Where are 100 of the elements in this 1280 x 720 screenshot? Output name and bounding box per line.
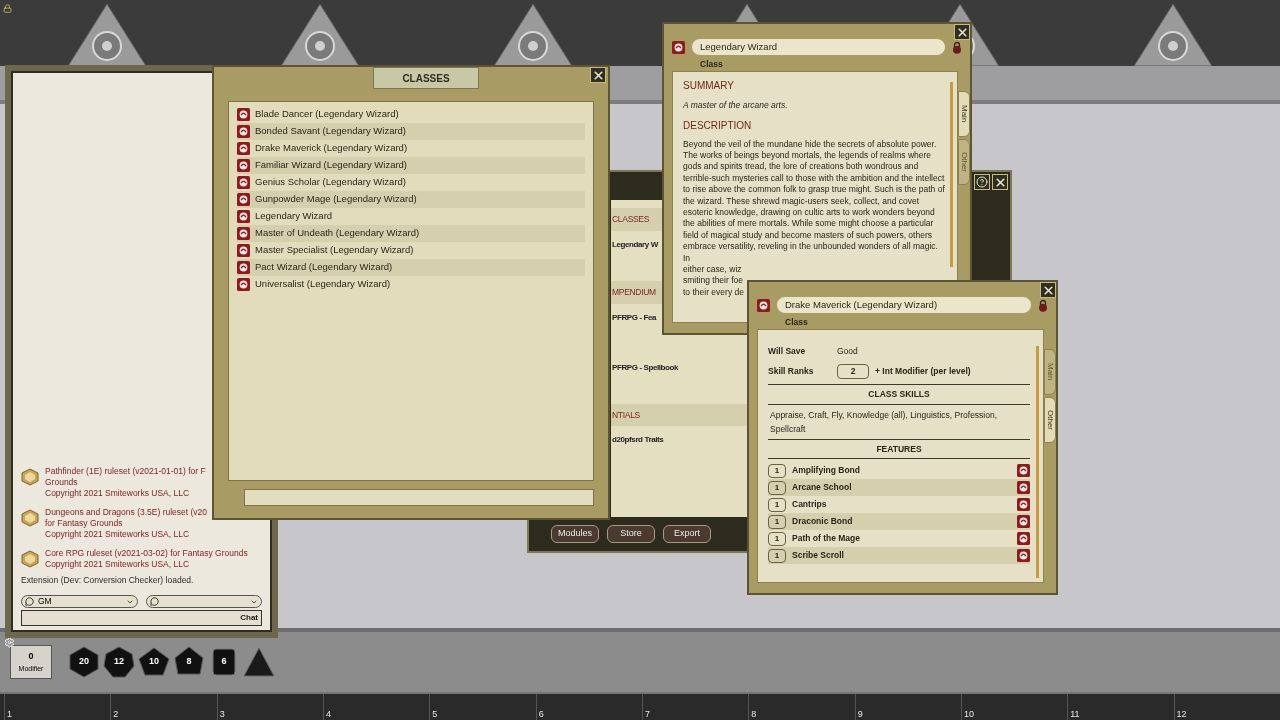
hotkey-slot-number[interactable]: 11 [1070,709,1080,719]
copyright-text: Copyright 2021 Smiteworks USA, LLC [45,559,190,571]
class-icon[interactable] [1017,498,1030,512]
class-name: Master Specialist (Legendary Wizard) [255,243,414,258]
die-icon[interactable]: 20 [68,646,100,678]
class-icon[interactable] [237,176,250,189]
hotkey-slot-number[interactable]: 5 [432,709,438,719]
class-list-row[interactable]: Pact Wizard (Legendary Wizard) [237,259,585,276]
class-icon[interactable] [237,278,250,291]
library-button[interactable]: Modules [551,525,599,543]
class-list-row[interactable]: Bonded Savant (Legendary Wizard) [237,123,585,140]
scrollbar[interactable] [1036,345,1039,578]
class-icon[interactable] [1017,515,1030,529]
library-item[interactable]: d20pfsrd Traits [612,434,664,447]
hotkey-slot-number[interactable]: 7 [644,709,650,719]
name-field[interactable]: Legendary Wizard [691,38,946,56]
level-field[interactable]: 1 [768,463,786,478]
class-icon[interactable] [757,298,770,312]
class-icon[interactable] [237,108,250,121]
name-field[interactable]: Drake Maverick (Legendary Wizard) [776,296,1032,314]
close-button[interactable] [992,174,1008,190]
feature-row[interactable]: 1 Draconic Bond [768,513,1030,531]
feature-row[interactable]: 1 Path of the Mage [768,530,1030,548]
class-icon[interactable] [1017,464,1030,478]
feature-row[interactable]: 1 Cantrips [768,496,1030,514]
side-tab[interactable]: Main [1044,348,1056,395]
filter-field[interactable] [244,489,594,506]
class-icon[interactable] [237,261,250,274]
feature-row[interactable]: 1 Scribe Scroll [768,547,1030,565]
hotkey-slot-number[interactable]: 3 [219,709,225,719]
lock-icon[interactable] [3,4,12,13]
side-tab[interactable]: Other [958,138,970,185]
chat-input-field[interactable]: Chat [21,610,262,626]
class-icon[interactable] [1017,549,1030,563]
library-button[interactable]: Export [663,525,711,543]
class-list-row[interactable]: Familiar Wizard (Legendary Wizard) [237,157,585,174]
level-field[interactable]: 1 [768,497,786,512]
number-field[interactable]: 2 [837,364,869,380]
feature-name: Arcane School [792,481,853,495]
die-icon[interactable]: 10 [138,646,170,678]
level-field[interactable]: 1 [768,514,786,529]
help-icon [976,176,988,188]
class-name: Familiar Wizard (Legendary Wizard) [255,158,408,173]
hotkey-slot-number[interactable]: 12 [1176,709,1187,719]
close-button[interactable] [1040,282,1056,298]
class-list-row[interactable]: Genius Scholar (Legendary Wizard) [237,174,585,191]
library-item[interactable]: PFRPG - Spellbook [612,361,679,374]
feature-name: Scribe Scroll [792,549,845,563]
hotkey-slot-number[interactable]: 6 [538,709,544,719]
die-icon[interactable]: 8 [173,646,205,678]
modifier-value: 0 [28,650,34,663]
class-list-row[interactable]: Drake Maverick (Legendary Wizard) [237,140,585,157]
lock-icon[interactable] [1038,298,1048,312]
class-list-row[interactable]: Legendary Wizard [237,208,585,225]
class-icon[interactable] [1017,481,1030,495]
feature-row[interactable]: 1 Amplifying Bond [768,462,1030,480]
class-icon[interactable] [1017,532,1030,546]
class-list-row[interactable]: Gunpowder Mage (Legendary Wizard) [237,191,585,208]
hotkey-slot-number[interactable]: 9 [857,709,863,719]
hotkey-slot-number[interactable]: 10 [963,709,974,719]
class-list-row[interactable]: Master of Undeath (Legendary Wizard) [237,225,585,242]
class-list-row[interactable]: Master Specialist (Legendary Wizard) [237,242,585,259]
die-icon[interactable]: 12 [103,646,135,678]
language-dropdown[interactable] [145,595,262,608]
class-icon[interactable] [237,210,250,223]
lock-icon[interactable] [952,40,962,54]
level-field[interactable]: 1 [768,531,786,546]
die-icon[interactable] [243,646,275,678]
class-icon[interactable] [237,193,250,206]
class-list-row[interactable]: Blade Dancer (Legendary Wizard) [237,106,585,123]
class-icon[interactable] [237,142,250,155]
identity-dropdown[interactable]: GM [21,595,138,608]
library-button[interactable]: Store [607,525,655,543]
hotkey-slot-number[interactable]: 4 [326,709,331,719]
close-icon [1041,283,1055,297]
stat-label: Skill Ranks [768,365,815,379]
hotkey-slot-number[interactable]: 1 [7,709,12,719]
class-icon[interactable] [237,227,250,240]
close-button[interactable] [590,67,606,83]
hotkey-slot-number[interactable]: 8 [751,709,757,719]
level-field[interactable]: 1 [768,480,786,495]
level-field[interactable]: 1 [768,548,786,563]
help-button[interactable] [974,174,990,190]
scrollbar[interactable] [950,81,953,267]
class-name: Drake Maverick (Legendary Wizard) [255,141,408,156]
settings-icon[interactable] [4,637,15,648]
side-tab[interactable]: Main [958,90,970,137]
class-icon[interactable] [237,125,250,138]
hotkey-slot-number[interactable]: 2 [113,709,119,719]
side-tab[interactable]: Other [1044,396,1056,443]
class-list-row[interactable]: Universalist (Legendary Wizard) [237,276,585,293]
library-item[interactable]: PFRPG - Fea [612,311,657,324]
library-item[interactable]: Legendary W [612,238,658,251]
class-icon[interactable] [672,40,685,54]
class-icon[interactable] [237,159,250,172]
chat-button[interactable]: Chat [240,612,258,624]
feature-row[interactable]: 1 Arcane School [768,479,1030,497]
window-title: CLASSES [373,67,479,89]
close-button[interactable] [954,24,970,40]
class-icon[interactable] [237,244,250,257]
